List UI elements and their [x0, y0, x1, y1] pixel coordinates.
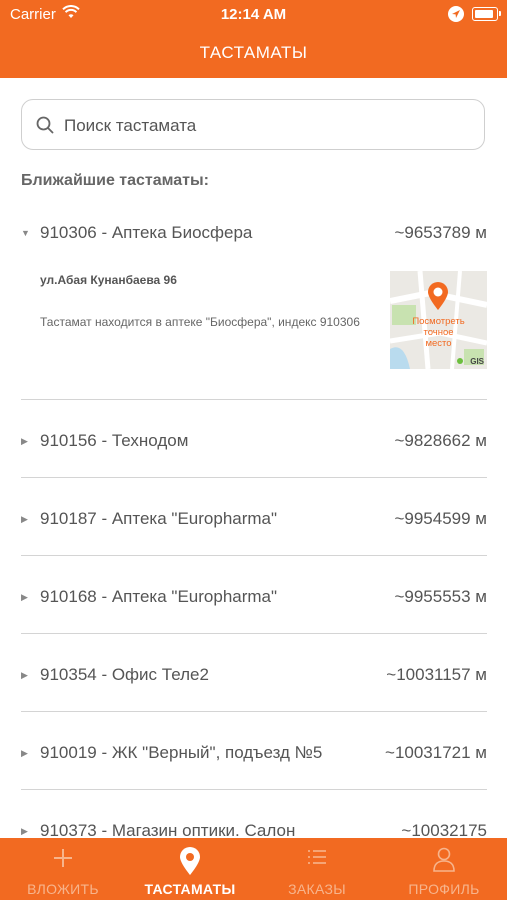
list-item-distance: ~9954599 м — [394, 509, 487, 528]
map-brand-logo: GIS — [470, 357, 484, 366]
tab-orders[interactable]: ЗАКАЗЫ — [254, 838, 380, 900]
chevron-right-icon: ▶ — [21, 826, 28, 836]
tab-label: ТАСТАМАТЫ — [144, 881, 236, 897]
list-item-distance: ~10031721 м — [385, 743, 487, 762]
list-item[interactable]: ▶ 910187 - Аптека "Europharma" ~9954599 … — [21, 501, 487, 541]
person-icon — [381, 846, 507, 874]
search-input[interactable] — [62, 112, 466, 140]
list-item-title: 910019 - ЖК "Верный", подъезд №5 — [40, 743, 323, 762]
list-item-title: 910354 - Офис Теле2 — [40, 665, 209, 684]
divider — [21, 399, 487, 400]
list-item-title: 910156 - Технодом — [40, 431, 189, 450]
map-label-line: Посмотреть — [412, 316, 465, 327]
list-item-title: 910187 - Аптека "Europharma" — [40, 509, 278, 528]
tab-bar: ВЛОЖИТЬ ТАСТАМАТЫ ЗАКАЗЫ ПРОФИЛЬ — [0, 838, 507, 900]
search-box[interactable] — [21, 99, 485, 150]
nav-bar: ТАСТАМАТЫ — [0, 30, 507, 78]
map-pin-icon — [426, 281, 450, 316]
plus-icon — [0, 846, 126, 874]
location-pin-icon — [127, 846, 253, 875]
chevron-right-icon: ▶ — [21, 436, 28, 446]
divider — [21, 633, 487, 634]
status-bar: Carrier 12:14 AM — [0, 0, 507, 30]
list-icon — [254, 846, 380, 874]
chevron-right-icon: ▶ — [21, 514, 28, 524]
map-label-line: точное — [423, 327, 454, 338]
list-item[interactable]: ▶ 910354 - Офис Теле2 ~10031157 м — [21, 657, 487, 697]
page-title: ТАСТАМАТЫ — [199, 43, 308, 62]
list-item-title: 910306 - Аптека Биосфера — [40, 223, 253, 242]
divider — [21, 711, 487, 712]
chevron-right-icon: ▶ — [21, 748, 28, 758]
map-label-line: место — [425, 338, 452, 349]
list-item-distance: ~9955553 м — [394, 587, 487, 606]
divider — [21, 789, 487, 790]
tab-label: ПРОФИЛЬ — [408, 881, 480, 897]
tab-label: ВЛОЖИТЬ — [27, 881, 99, 897]
list-item-distance: ~9653789 м — [394, 223, 487, 242]
chevron-right-icon: ▶ — [21, 670, 28, 680]
location-arrow-icon — [448, 6, 464, 26]
list-item-title: 910168 - Аптека "Europharma" — [40, 587, 278, 606]
map-thumbnail[interactable]: Посмотреть точное место GIS — [390, 271, 487, 369]
chevron-down-icon[interactable]: ▼ — [21, 228, 30, 238]
list-item[interactable]: ▶ 910156 - Технодом ~9828662 м — [21, 423, 487, 463]
tab-tastamats[interactable]: ТАСТАМАТЫ — [127, 838, 253, 900]
list-item[interactable]: ▶ 910019 - ЖК "Верный", подъезд №5 ~1003… — [21, 735, 487, 775]
tab-label: ЗАКАЗЫ — [288, 881, 346, 897]
item-address: ул.Абая Кунанбаева 96 — [40, 273, 177, 287]
map-label: Посмотреть точное место — [392, 316, 485, 349]
chevron-right-icon: ▶ — [21, 592, 28, 602]
tab-deposit[interactable]: ВЛОЖИТЬ — [0, 838, 126, 900]
tab-profile[interactable]: ПРОФИЛЬ — [381, 838, 507, 900]
divider — [21, 555, 487, 556]
list-item-expanded[interactable]: ▼ 910306 - Аптека Биосфера ~9653789 м — [21, 215, 487, 255]
list-item[interactable]: ▶ 910168 - Аптека "Europharma" ~9955553 … — [21, 579, 487, 619]
divider — [21, 477, 487, 478]
section-title: Ближайшие тастаматы: — [21, 172, 210, 189]
search-icon — [36, 116, 54, 139]
status-time: 12:14 AM — [220, 6, 287, 23]
list-item-distance: ~10031157 м — [386, 665, 487, 684]
list-item-distance: ~9828662 м — [394, 431, 487, 450]
battery-icon — [472, 7, 501, 21]
item-description: Тастамат находится в аптеке "Биосфера", … — [40, 315, 360, 329]
